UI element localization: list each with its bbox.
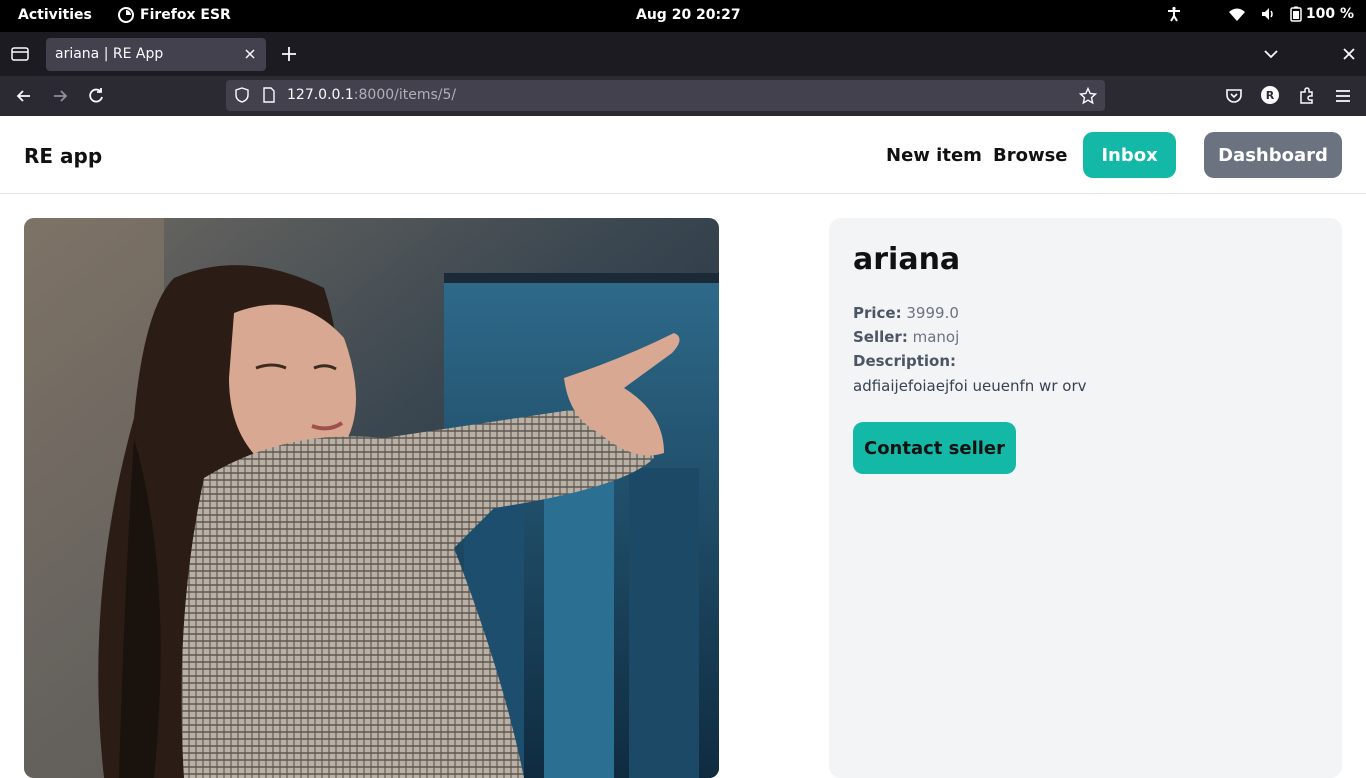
item-details-card: ariana Price: 3999.0 Seller: manoj Descr… (829, 218, 1342, 778)
url-bar[interactable]: 127.0.0.1:8000/items/5/ (226, 80, 1105, 111)
url-path: :8000/items/5/ (353, 87, 457, 103)
brand-link[interactable]: RE app (24, 144, 102, 168)
firefox-view-icon[interactable] (10, 44, 30, 64)
chevron-down-icon[interactable] (1262, 45, 1280, 63)
description-label: Description: (853, 352, 957, 370)
site-header: RE app New item Browse Inbox Dashboard (0, 116, 1366, 194)
tab-title: ariana | RE App (55, 46, 164, 62)
hamburger-menu-icon[interactable] (1333, 86, 1353, 106)
battery-icon (1290, 6, 1302, 22)
battery-percent: 100 % (1305, 6, 1354, 22)
clock[interactable]: Aug 20 20:27 (636, 7, 741, 23)
battery-indicator[interactable]: 100 % (1290, 6, 1354, 22)
price-row: Price: 3999.0 (853, 304, 959, 322)
new-item-link[interactable]: New item (886, 145, 982, 166)
close-tab-icon[interactable] (242, 46, 258, 62)
back-arrow-icon[interactable] (14, 86, 34, 106)
firefox-icon (118, 7, 134, 23)
url-text[interactable]: 127.0.0.1:8000/items/5/ (287, 87, 456, 103)
navigation-toolbar: 127.0.0.1:8000/items/5/ R (0, 76, 1366, 116)
profile-avatar[interactable]: R (1261, 86, 1279, 104)
tab-strip: ariana | RE App (0, 32, 1366, 76)
description-row: Description: (853, 352, 956, 370)
seller-value: manoj (912, 328, 960, 346)
reload-icon[interactable] (86, 86, 106, 106)
close-window-icon[interactable] (1340, 45, 1358, 63)
new-tab-icon[interactable] (280, 45, 298, 63)
shield-icon[interactable] (234, 87, 250, 103)
wifi-icon[interactable] (1228, 6, 1246, 22)
price-value: 3999.0 (906, 304, 959, 322)
volume-icon[interactable] (1260, 6, 1276, 22)
item-title: ariana (853, 242, 961, 277)
price-label: Price: (853, 304, 902, 322)
accessibility-icon[interactable] (1166, 6, 1182, 22)
activities-button[interactable]: Activities (18, 7, 92, 23)
url-host: 127.0.0.1 (287, 87, 354, 103)
browse-link[interactable]: Browse (993, 145, 1068, 166)
extensions-icon[interactable] (1297, 86, 1317, 106)
app-menu[interactable]: Firefox ESR (118, 7, 231, 23)
item-photo (24, 218, 719, 778)
forward-arrow-icon[interactable] (50, 86, 70, 106)
profile-initial: R (1265, 88, 1275, 102)
seller-row: Seller: manoj (853, 328, 959, 346)
app-name: Firefox ESR (140, 7, 231, 23)
description-text: adfiaijefoiaejfoi ueuenfn wr orv (853, 377, 1087, 395)
system-top-bar: Activities Firefox ESR Aug 20 20:27 100 … (0, 0, 1366, 32)
inbox-button[interactable]: Inbox (1083, 132, 1176, 178)
seller-label: Seller: (853, 328, 908, 346)
pocket-icon[interactable] (1224, 86, 1244, 106)
dashboard-button[interactable]: Dashboard (1204, 132, 1342, 178)
bookmark-star-icon[interactable] (1079, 87, 1097, 105)
system-tray[interactable]: 100 % (1166, 6, 1354, 22)
contact-seller-button[interactable]: Contact seller (853, 422, 1016, 474)
page-icon[interactable] (262, 87, 276, 103)
tab-active[interactable]: ariana | RE App (46, 38, 266, 71)
